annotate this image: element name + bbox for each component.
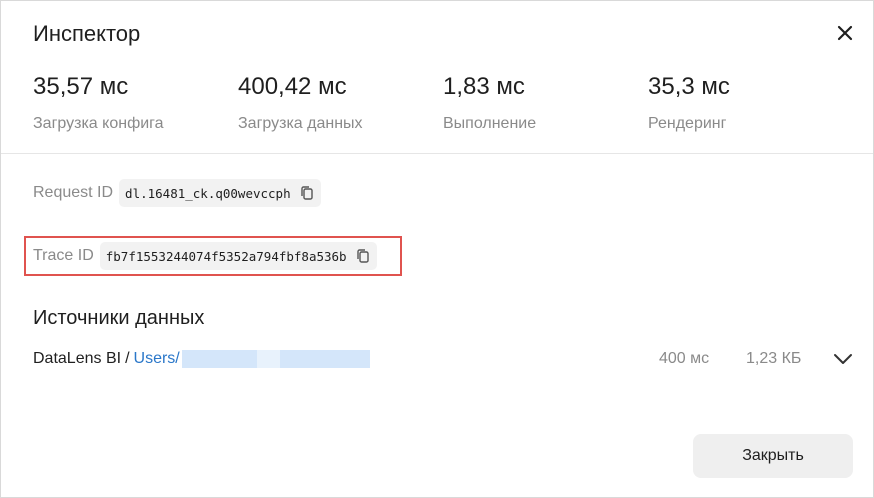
metric-rendering: 35,3 мс Рендеринг bbox=[648, 73, 853, 133]
metric-execution: 1,83 мс Выполнение bbox=[443, 73, 648, 133]
metric-value: 1,83 мс bbox=[443, 73, 525, 100]
metric-value: 35,57 мс bbox=[33, 73, 129, 100]
source-separator: / bbox=[125, 350, 130, 367]
copy-icon[interactable] bbox=[353, 246, 373, 266]
metric-value: 35,3 мс bbox=[648, 73, 730, 100]
request-id-label: Request ID bbox=[33, 184, 114, 201]
redacted-path bbox=[181, 350, 370, 368]
metrics-row: 35,57 мс Загрузка конфига 400,42 мс Загр… bbox=[33, 73, 853, 133]
metric-data-load: 400,42 мс Загрузка данных bbox=[238, 73, 443, 133]
source-link[interactable]: Users/ bbox=[134, 350, 180, 368]
request-id-value: dl.16481_ck.q00wevccph bbox=[125, 185, 291, 201]
trace-id-label: Trace ID bbox=[33, 247, 94, 264]
request-id-chip: dl.16481_ck.q00wevccph bbox=[119, 179, 321, 207]
metric-label: Загрузка данных bbox=[238, 115, 363, 132]
metric-value: 400,42 мс bbox=[238, 73, 347, 100]
dialog-title: Инспектор bbox=[33, 21, 141, 46]
inspector-dialog: Инспектор 35,57 мс Загрузка конфига 400,… bbox=[0, 0, 874, 498]
metric-label: Рендеринг bbox=[648, 115, 727, 132]
request-id-row: Request ID dl.16481_ck.q00wevccph bbox=[33, 179, 321, 207]
close-button[interactable] bbox=[829, 17, 861, 49]
trace-id-chip: fb7f1553244074f5352a794fbf8a536b bbox=[99, 242, 377, 270]
source-time: 400 мс bbox=[659, 350, 710, 367]
trace-id-value: fb7f1553244074f5352a794fbf8a536b bbox=[105, 248, 347, 264]
trace-id-row: Trace ID fb7f1553244074f5352a794fbf8a536… bbox=[33, 242, 377, 270]
source-size: 1,23 КБ bbox=[746, 350, 802, 367]
metric-label: Выполнение bbox=[443, 115, 537, 132]
metric-config-load: 35,57 мс Загрузка конфига bbox=[33, 73, 238, 133]
close-icon bbox=[837, 25, 853, 41]
chevron-down-icon[interactable] bbox=[831, 347, 855, 371]
source-row[interactable]: DataLens BI / Users/ 400 мс 1,23 КБ bbox=[33, 347, 855, 371]
copy-icon[interactable] bbox=[297, 183, 317, 203]
source-name: DataLens BI bbox=[33, 350, 122, 367]
metric-label: Загрузка конфига bbox=[33, 115, 164, 132]
sources-title: Источники данных bbox=[33, 307, 205, 329]
close-dialog-button[interactable]: Закрыть bbox=[693, 434, 853, 478]
divider bbox=[1, 153, 873, 154]
